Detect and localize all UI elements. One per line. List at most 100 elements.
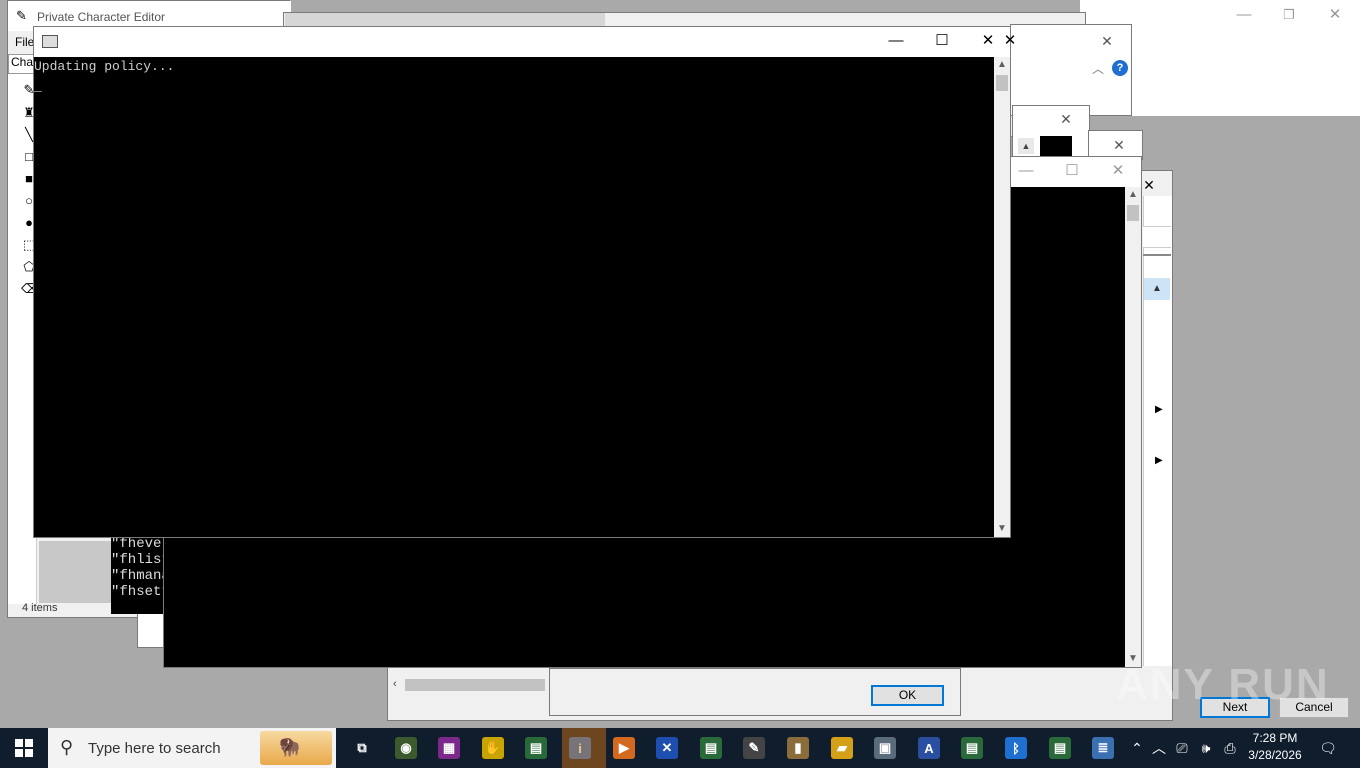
console-scrollbar[interactable]: ▲ ▼: [994, 57, 1010, 537]
pce-menu-file[interactable]: File: [15, 35, 34, 49]
console-2-maximize[interactable]: ☐: [1049, 156, 1095, 186]
search-placeholder: Type here to search: [88, 740, 221, 757]
clock-date: 3/28/2026: [1248, 748, 1302, 762]
console-2-close[interactable]: ✕: [1095, 156, 1141, 186]
app-window3-icon: ▤: [961, 737, 983, 759]
scroll-thumb[interactable]: [1127, 205, 1139, 221]
app-globe-icon: ◉: [395, 737, 417, 759]
taskbar-app-button[interactable]: ✎: [732, 728, 776, 768]
clock[interactable]: 7:28 PM 3/28/2026: [1244, 730, 1306, 766]
pce-char-tab-label: Cha: [11, 55, 34, 69]
scroll-down-icon[interactable]: ▼: [994, 521, 1010, 537]
app-hand-icon: ✋: [482, 737, 504, 759]
console-maximize-button[interactable]: ☐: [919, 26, 965, 56]
bg-console-close-button[interactable]: ✕: [995, 26, 1025, 56]
taskbar-app-button[interactable]: A: [907, 728, 951, 768]
tray-volume-icon[interactable]: 🕪: [1196, 728, 1216, 768]
taskbar-app-button[interactable]: ≣: [1081, 728, 1125, 768]
anyrun-watermark: ANY RUN: [1116, 660, 1330, 709]
tray-overflow-icon[interactable]: ⌃: [1127, 728, 1147, 768]
console-window: Updating policy... _ ▲ ▼: [33, 26, 1011, 538]
taskbar-app-button[interactable]: ▮: [776, 728, 820, 768]
collapse-icon[interactable]: ︿: [1092, 60, 1104, 77]
bg-console-line: "fhsett: [111, 584, 170, 600]
taskbar: ⚲ Type here to search 🦬 ⧉ ◉ ▦ ✋ ▤ i ▶ ✕ ▤ ✎ ▮ ▰ ▣ A ▤ ᛒ…: [0, 728, 1360, 768]
tray-meet-icon[interactable]: ⎚: [1172, 728, 1192, 768]
taskbar-search-box[interactable]: ⚲ Type here to search 🦬: [48, 728, 336, 768]
bg-console: "fhever "fhlist "fhmana "fhsett: [111, 536, 171, 614]
tray-chevron-icon[interactable]: ︿: [1150, 728, 1168, 768]
scroll-up-icon[interactable]: ▲: [994, 57, 1010, 73]
ok-button[interactable]: OK: [871, 685, 944, 706]
taskbar-app-button[interactable]: ▤: [514, 728, 558, 768]
taskbar-app-button[interactable]: ✋: [471, 728, 515, 768]
windows-logo-icon: [15, 739, 33, 757]
bg-console-line: "fhlist: [111, 552, 170, 568]
bg-window-3-close[interactable]: ✕: [1043, 104, 1089, 134]
bg-minimize-button[interactable]: —: [1221, 0, 1267, 30]
app-folder-icon: ▰: [831, 737, 853, 759]
scroll-left-icon[interactable]: ‹: [393, 678, 397, 690]
taskbar-app-button[interactable]: ▤: [950, 728, 994, 768]
taskbar-app-button[interactable]: ◉: [384, 728, 428, 768]
search-highlight-image: 🦬: [260, 731, 332, 765]
wizard-scroll-up[interactable]: ▲: [1144, 278, 1170, 300]
taskbar-app-button[interactable]: ▤: [689, 728, 733, 768]
bg-window-2-close[interactable]: ✕: [1084, 26, 1130, 56]
active-app-highlight: [562, 728, 606, 768]
hscroll-bar[interactable]: ‹: [389, 676, 549, 694]
bg-close-button[interactable]: ✕: [1312, 0, 1358, 30]
scroll-thumb[interactable]: [996, 75, 1008, 91]
taskbar-app-button[interactable]: ▤: [1038, 728, 1082, 768]
explorer-item-count: 4 items: [22, 602, 58, 614]
pce-grey-area: [39, 541, 114, 603]
app-clipboard-icon: ▣: [874, 737, 896, 759]
console-2-scrollbar[interactable]: ▲ ▼: [1125, 187, 1141, 667]
console-app-icon: [42, 35, 58, 48]
bg-window-3-scroll-up[interactable]: ▲: [1018, 138, 1034, 154]
bg-restore-button[interactable]: ❐: [1266, 0, 1312, 30]
taskbar-app-button[interactable]: ▶: [602, 728, 646, 768]
taskbar-app-button[interactable]: ⧉: [340, 728, 384, 768]
hscroll-thumb[interactable]: [405, 679, 545, 691]
wizard-field: [1143, 226, 1171, 248]
bg-console-line: "fhever: [111, 536, 170, 552]
taskbar-app-button[interactable]: ᛒ: [994, 728, 1038, 768]
expand-arrow-icon[interactable]: ▶: [1155, 404, 1163, 415]
taskbar-app-button[interactable]: ✕: [645, 728, 689, 768]
task-view-icon: ⧉: [351, 737, 373, 759]
app-winrar-icon: ▦: [438, 737, 460, 759]
help-icon[interactable]: ?: [1112, 60, 1128, 76]
pce-app-icon: ✎: [16, 8, 27, 23]
console-body[interactable]: Updating policy... _: [34, 57, 994, 537]
console-output-line: Updating policy...: [34, 59, 175, 74]
taskbar-app-button[interactable]: ▦: [427, 728, 471, 768]
clock-time: 7:28 PM: [1252, 731, 1298, 745]
console-minimize-button[interactable]: —: [873, 26, 919, 56]
tray-network-icon[interactable]: ⎙: [1220, 728, 1240, 768]
app-x-icon: ✕: [656, 737, 678, 759]
search-icon: ⚲: [60, 737, 74, 757]
bison-icon: 🦬: [278, 737, 301, 757]
expand-arrow-icon[interactable]: ▶: [1155, 455, 1163, 466]
start-button[interactable]: [0, 728, 48, 768]
notification-icon[interactable]: 🗨: [1316, 728, 1340, 768]
app-media-icon: ▶: [613, 737, 635, 759]
bg-console-line: "fhmana: [111, 568, 170, 584]
scroll-up-icon[interactable]: ▲: [1125, 187, 1141, 203]
app-fonts-icon: A: [918, 737, 940, 759]
app-archive-icon: ▮: [787, 737, 809, 759]
taskbar-app-button[interactable]: ▣: [863, 728, 907, 768]
pce-title: Private Character Editor: [37, 10, 166, 24]
app-window-icon: ▤: [525, 737, 547, 759]
console-cursor: _: [34, 79, 42, 94]
taskbar-app-button[interactable]: ▰: [820, 728, 864, 768]
app-bluetooth-icon: ᛒ: [1005, 737, 1027, 759]
wizard-panel: [1143, 196, 1172, 666]
app-notepad-icon: ≣: [1092, 737, 1114, 759]
wizard-divider: [1143, 254, 1171, 256]
app-pce-icon: ✎: [743, 737, 765, 759]
app-window4-icon: ▤: [1049, 737, 1071, 759]
explorer-address-bar[interactable]: [285, 13, 605, 27]
message-dialog: OK: [549, 668, 961, 716]
